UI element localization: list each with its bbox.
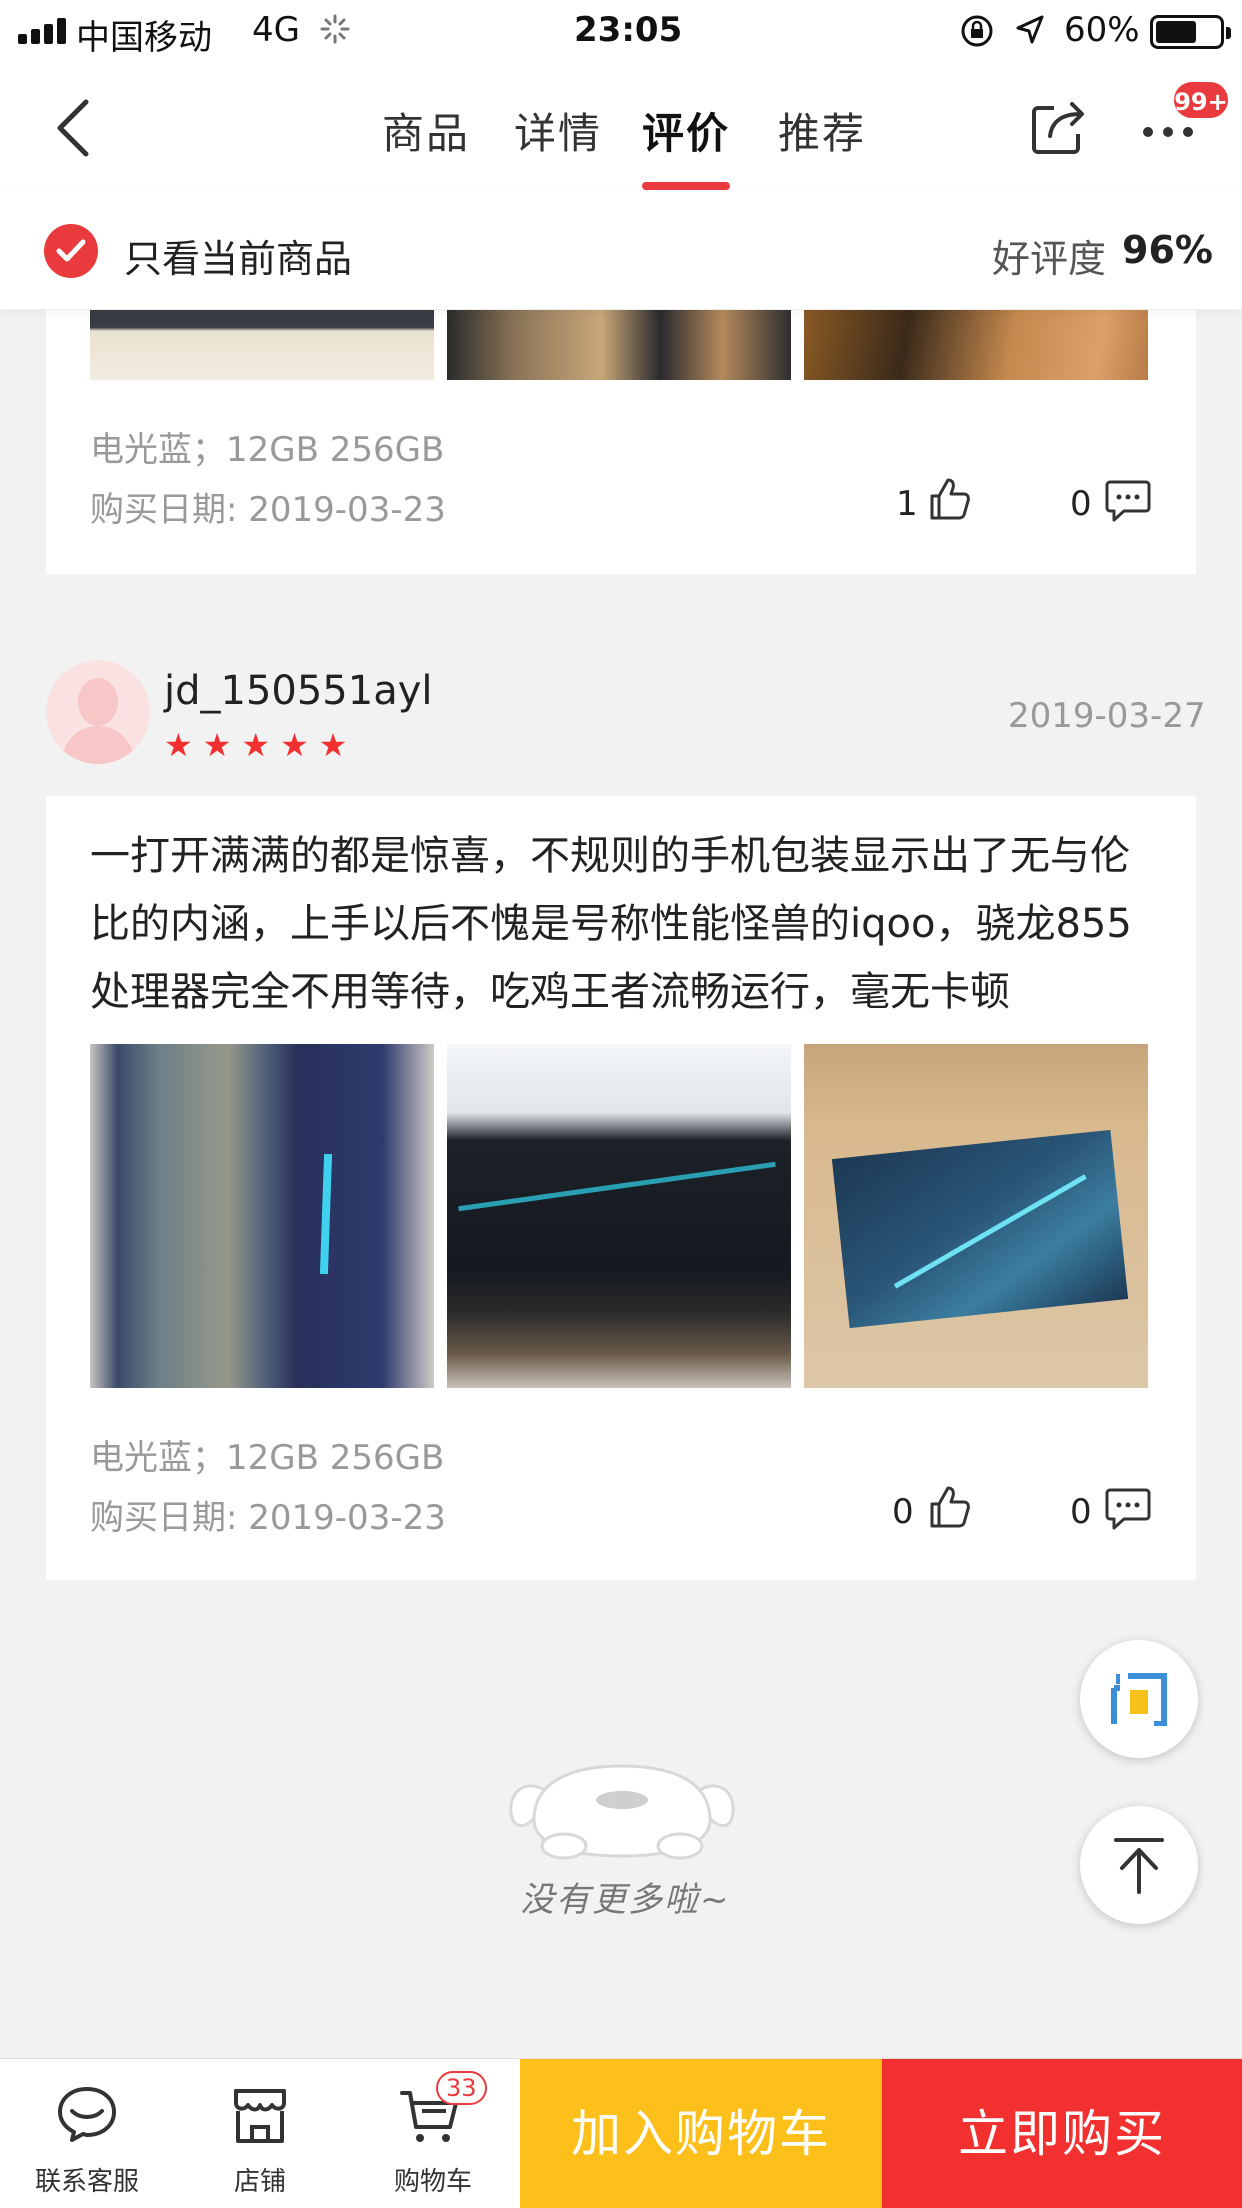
positive-rating-label: 好评度 bbox=[992, 237, 1107, 281]
orientation-lock-icon bbox=[961, 15, 993, 47]
purchase-date: 购买日期: 2019-03-23 bbox=[90, 490, 446, 530]
review-photo[interactable] bbox=[90, 310, 434, 380]
review-photo[interactable] bbox=[804, 310, 1148, 380]
like-count: 0 bbox=[892, 1492, 914, 1532]
signal-icon bbox=[18, 18, 68, 44]
customer-service-button[interactable]: 联系客服 bbox=[0, 2059, 174, 2208]
review-photo[interactable] bbox=[90, 1044, 434, 1388]
product-variant: 电光蓝；12GB 256GB bbox=[90, 1438, 445, 1478]
mascot-icon bbox=[509, 1764, 735, 1860]
only-current-product-toggle[interactable]: 只看当前商品 bbox=[124, 228, 352, 283]
star-rating: ★ ★ ★ ★ ★ bbox=[164, 726, 357, 764]
back-arrow-icon[interactable] bbox=[54, 98, 94, 158]
battery-icon bbox=[1150, 15, 1231, 49]
status-bar: 中国移动 4G 23:05 60% bbox=[0, 0, 1242, 62]
customer-service-icon bbox=[58, 2087, 116, 2142]
tab-product[interactable]: 商品 bbox=[382, 100, 470, 161]
reviewer-name: jd_150551ayl bbox=[164, 668, 433, 714]
shop-button[interactable]: 店铺 bbox=[174, 2059, 346, 2208]
like-count: 1 bbox=[896, 484, 918, 524]
star-icon: ★ bbox=[318, 726, 348, 764]
star-icon: ★ bbox=[241, 726, 271, 764]
filter-bar: 只看当前商品 好评度 96% bbox=[0, 192, 1242, 310]
customer-service-label: 联系客服 bbox=[34, 2167, 139, 2197]
arrow-up-icon bbox=[1114, 1838, 1164, 1894]
thumbs-up-icon[interactable] bbox=[926, 476, 972, 522]
tab-reviews[interactable]: 评价 bbox=[642, 100, 730, 161]
cart-count-badge: 33 bbox=[436, 2071, 487, 2105]
more-icon[interactable] bbox=[1140, 122, 1196, 142]
no-more-text: 没有更多啦~ bbox=[520, 1880, 731, 1920]
top-nav: 商品 详情 评价 推荐 bbox=[0, 62, 1242, 192]
battery-percent: 60% bbox=[1064, 10, 1140, 50]
cart-button[interactable]: 购物车 bbox=[346, 2059, 520, 2208]
review-photo[interactable] bbox=[447, 310, 791, 380]
buy-now-button[interactable]: 立即购买 bbox=[882, 2059, 1242, 2208]
location-arrow-icon bbox=[1016, 15, 1044, 44]
product-variant: 电光蓝；12GB 256GB bbox=[90, 430, 445, 470]
comment-icon[interactable] bbox=[1104, 1486, 1152, 1532]
positive-rating-value: 96% bbox=[1122, 228, 1213, 272]
review-date: 2019-03-27 bbox=[1008, 696, 1206, 736]
network-type: 4G bbox=[252, 10, 300, 50]
review-photo[interactable] bbox=[447, 1044, 791, 1388]
star-icon: ★ bbox=[202, 726, 232, 764]
tab-details[interactable]: 详情 bbox=[514, 100, 602, 161]
review-text: 一打开满满的都是惊喜，不规则的手机包装显示出了无与伦比的内涵，上手以后不愧是号称… bbox=[90, 833, 1132, 1015]
comment-count: 0 bbox=[1070, 1492, 1092, 1532]
add-to-cart-button[interactable]: 加入购物车 bbox=[520, 2059, 882, 2208]
bottom-action-bar: 联系客服 店铺 购物车 33 加入购物车 立即购买 bbox=[0, 2058, 1242, 2208]
check-icon[interactable] bbox=[44, 224, 98, 278]
star-icon: ★ bbox=[280, 726, 309, 764]
comment-icon[interactable] bbox=[1104, 478, 1152, 524]
loading-spinner-icon bbox=[320, 14, 350, 44]
shop-icon bbox=[234, 2089, 286, 2143]
ask-icon bbox=[1111, 1673, 1167, 1726]
purchase-date: 购买日期: 2019-03-23 bbox=[90, 1498, 446, 1538]
back-to-top-button[interactable] bbox=[1080, 1806, 1198, 1924]
review-photo[interactable] bbox=[804, 1044, 1148, 1388]
star-icon: ★ bbox=[164, 726, 193, 764]
clock: 23:05 bbox=[574, 10, 683, 50]
cart-label: 购物车 bbox=[393, 2167, 472, 2197]
comment-count: 0 bbox=[1070, 484, 1092, 524]
ask-button[interactable] bbox=[1080, 1640, 1198, 1758]
tab-recommend[interactable]: 推荐 bbox=[778, 100, 866, 161]
share-icon[interactable] bbox=[1030, 98, 1088, 156]
carrier-name: 中国移动 bbox=[76, 18, 212, 58]
shop-label: 店铺 bbox=[233, 2167, 286, 2197]
avatar[interactable] bbox=[46, 660, 150, 764]
message-badge: 99+ bbox=[1172, 80, 1230, 120]
active-tab-indicator bbox=[642, 182, 730, 190]
thumbs-up-icon[interactable] bbox=[926, 1484, 972, 1530]
